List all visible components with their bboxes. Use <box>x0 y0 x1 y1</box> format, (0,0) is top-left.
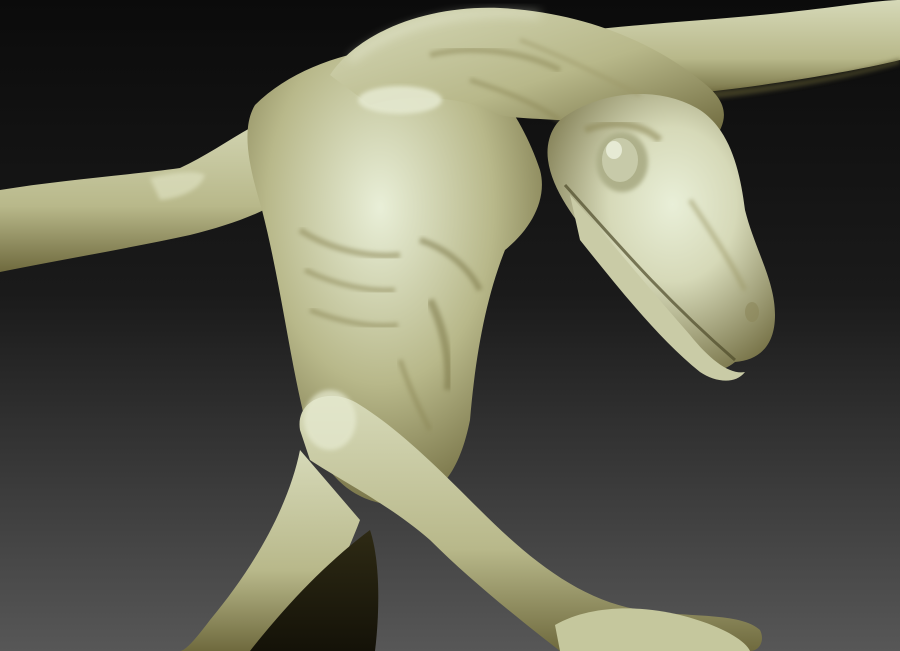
sculpt-render <box>0 0 900 651</box>
eye-highlight <box>606 141 622 159</box>
render-viewport <box>0 0 900 651</box>
nostril <box>745 302 759 322</box>
knee-highlight <box>304 390 356 450</box>
shoulder-hollow <box>358 86 442 114</box>
